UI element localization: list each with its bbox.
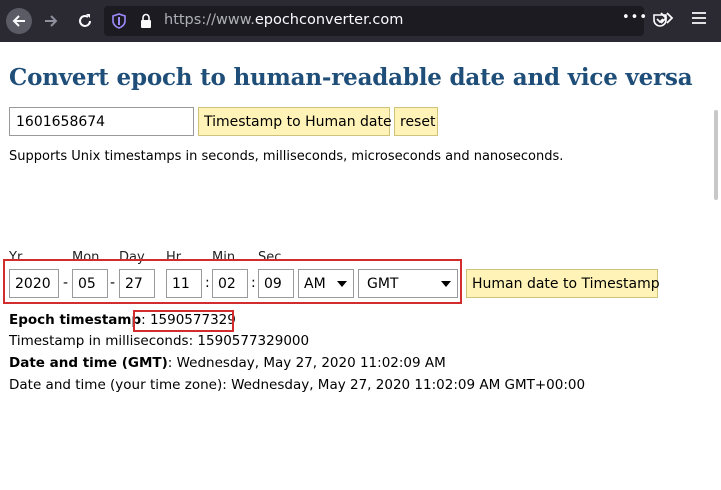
back-button[interactable] bbox=[6, 8, 32, 34]
gmt-result-label: Date and time (GMT) bbox=[9, 355, 168, 371]
url-text[interactable]: https://www.epochconverter.com bbox=[164, 12, 403, 28]
page-actions-menu-icon[interactable]: ••• bbox=[622, 10, 648, 25]
timestamp-to-human-button[interactable]: Timestamp to Human date bbox=[198, 107, 392, 136]
local-result-line: Date and time (your time zone): Wednesda… bbox=[9, 377, 585, 393]
reset-button[interactable]: reset bbox=[394, 107, 438, 136]
ms-result-label: Timestamp in milliseconds: bbox=[9, 333, 198, 349]
ms-result-line: Timestamp in milliseconds: 1590577329000 bbox=[9, 333, 309, 349]
local-result-value: Wednesday, May 27, 2020 11:02:09 AM GMT+… bbox=[231, 377, 586, 393]
epoch-value-highlight bbox=[133, 310, 234, 332]
toolbar-overflow-icon[interactable] bbox=[658, 9, 676, 31]
lock-icon[interactable] bbox=[140, 13, 152, 33]
human-to-timestamp-button[interactable]: Human date to Timestamp bbox=[466, 269, 660, 298]
url-domain: epochconverter.com bbox=[254, 12, 404, 28]
local-result-label: Date and time (your time zone): bbox=[9, 377, 232, 393]
reload-icon bbox=[79, 14, 91, 27]
ms-result-value: 1590577329000 bbox=[197, 333, 310, 349]
reload-button[interactable] bbox=[72, 8, 98, 34]
forward-button[interactable] bbox=[38, 8, 64, 34]
page-scrollbar[interactable] bbox=[714, 110, 718, 200]
arrow-right-icon bbox=[45, 15, 58, 27]
gmt-result-value: : Wednesday, May 27, 2020 11:02:09 AM bbox=[167, 355, 446, 371]
date-form-highlight bbox=[3, 259, 462, 304]
url-prefix: https://www. bbox=[164, 12, 255, 28]
page-title: Convert epoch to human-readable date and… bbox=[9, 64, 693, 91]
supports-note: Supports Unix timestamps in seconds, mil… bbox=[9, 149, 564, 164]
epoch-result-label: Epoch timestamp bbox=[9, 312, 142, 328]
tracking-protection-shield-icon[interactable] bbox=[112, 13, 126, 33]
epoch-timestamp-input[interactable] bbox=[9, 107, 194, 136]
hamburger-menu-icon[interactable] bbox=[690, 9, 708, 31]
browser-toolbar: https://www.epochconverter.com ••• bbox=[0, 0, 721, 42]
address-bar[interactable]: https://www.epochconverter.com ••• bbox=[104, 6, 667, 36]
arrow-left-icon bbox=[12, 15, 25, 27]
gmt-result-line: Date and time (GMT): Wednesday, May 27, … bbox=[9, 355, 446, 371]
